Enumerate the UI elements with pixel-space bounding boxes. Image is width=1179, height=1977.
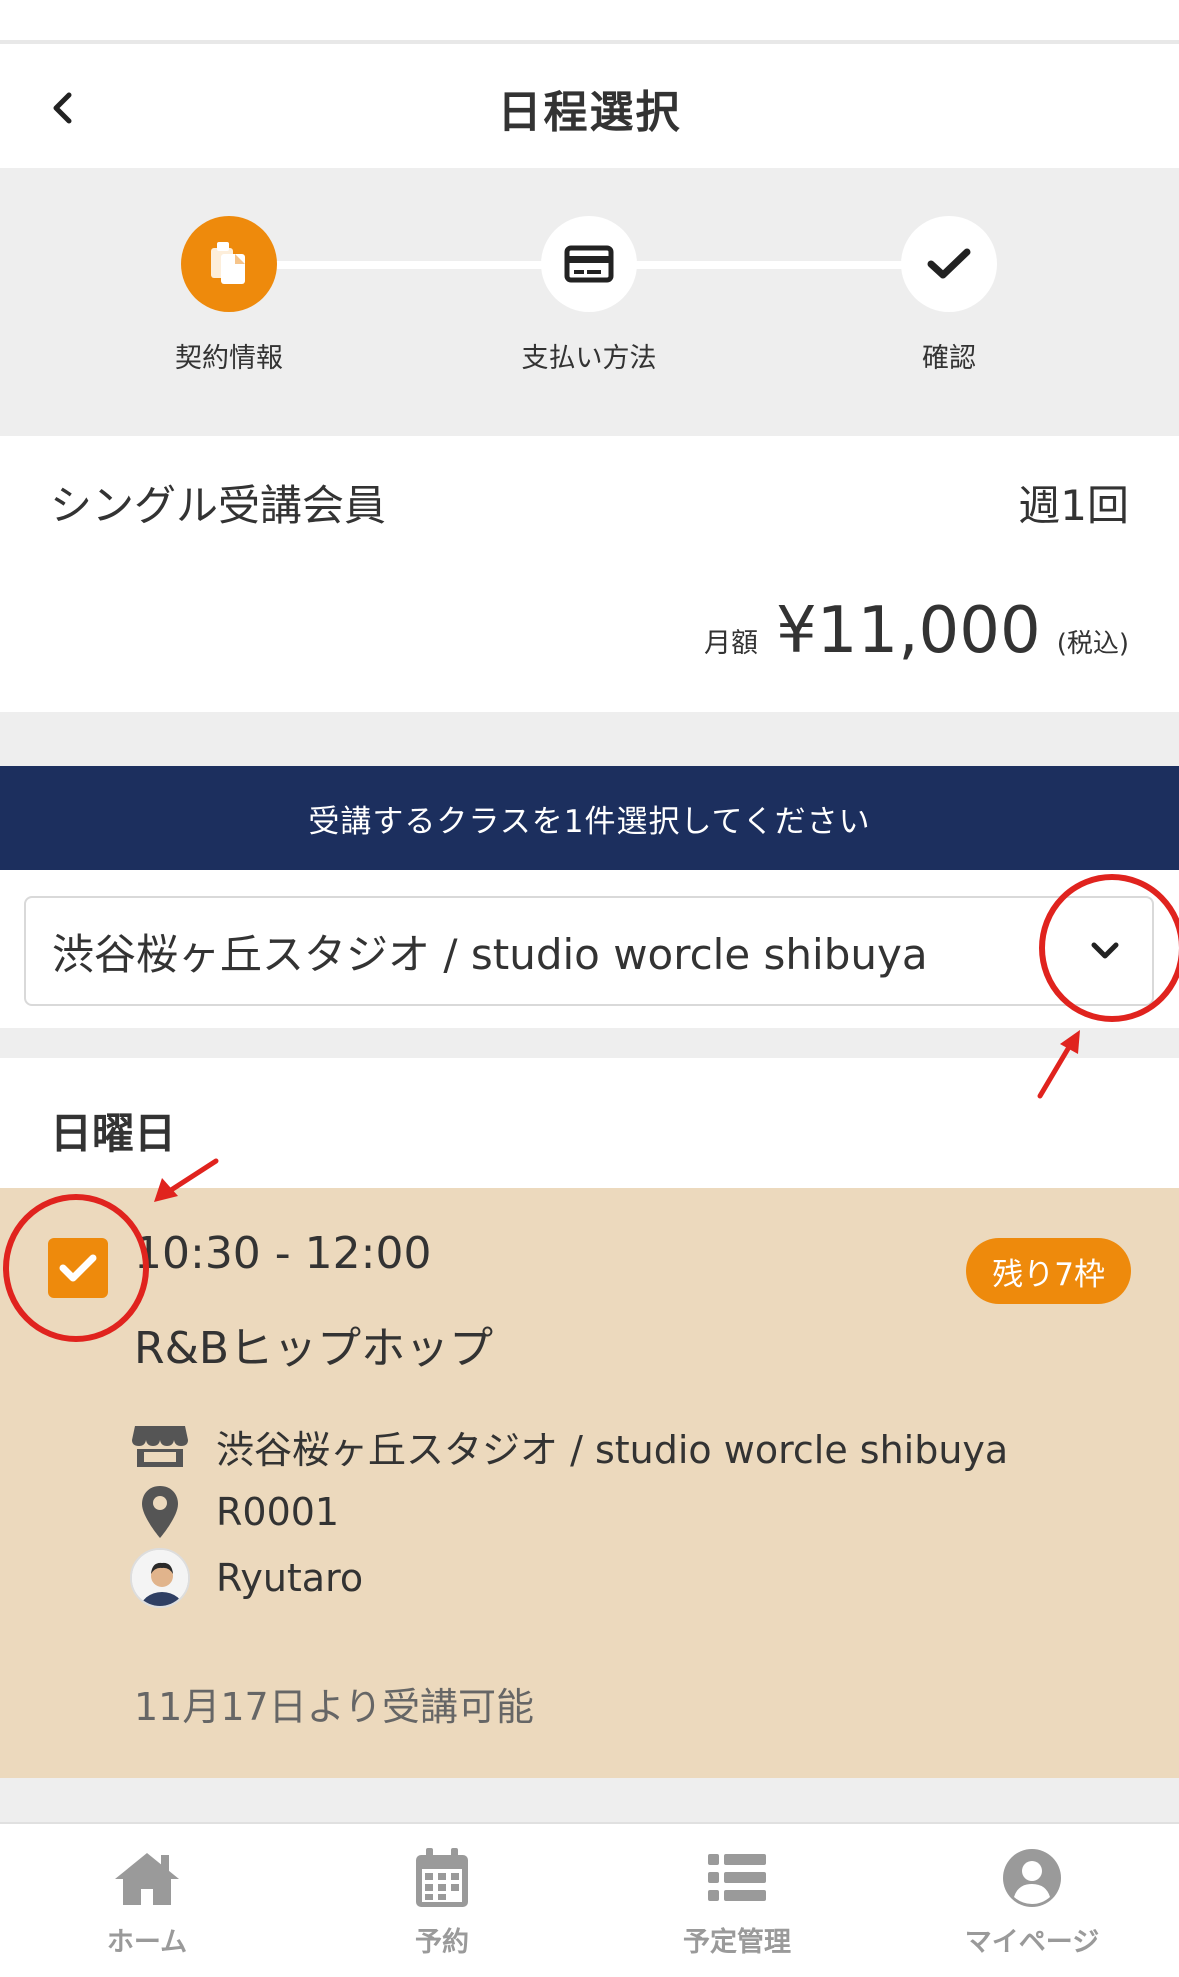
progress-steps: 契約情報 支払い方法 確認: [0, 168, 1179, 436]
tab-mypage[interactable]: マイページ: [922, 1846, 1142, 1959]
step-label: 支払い方法: [521, 343, 657, 374]
studio-select-value: 渋谷桜ヶ丘スタジオ / studio worcle shibuya: [52, 929, 928, 979]
step-label: 契約情報: [175, 343, 283, 374]
studio-name: 渋谷桜ヶ丘スタジオ / studio worcle shibuya: [216, 1427, 1009, 1472]
page-title: 日程選択: [497, 87, 682, 138]
tab-label: ホーム: [106, 1927, 188, 1958]
room-code: R0001: [216, 1490, 340, 1534]
chevron-left-icon: [53, 92, 72, 124]
step-contract-info: 契約情報: [129, 216, 329, 375]
store-icon: [130, 1416, 190, 1476]
instructor-name: Ryutaro: [216, 1556, 364, 1600]
user-icon: [997, 1846, 1067, 1910]
instructor-row: Ryutaro: [130, 1548, 363, 1608]
price-row: 月額 ¥11,000 (税込): [704, 594, 1129, 668]
section-divider: [0, 712, 1179, 766]
plan-name: シングル受講会員: [50, 481, 387, 530]
available-from: 11月17日より受講可能: [134, 1685, 534, 1729]
chevron-down-icon[interactable]: [1080, 926, 1130, 976]
home-icon: [112, 1846, 182, 1910]
class-item[interactable]: 10:30 - 12:00 R&Bヒップホップ 残り7枠 渋谷桜ヶ丘スタジオ /…: [0, 1188, 1179, 1778]
price-label: 月額: [704, 628, 759, 659]
step-label: 確認: [922, 343, 976, 374]
step-payment: 支払い方法: [489, 216, 689, 375]
avatar: [130, 1548, 190, 1608]
list-icon: [702, 1846, 772, 1910]
day-header: 日曜日: [0, 1058, 1179, 1188]
tax-note: (税込): [1056, 629, 1129, 659]
price-value: ¥11,000: [776, 594, 1041, 668]
tab-label: マイページ: [964, 1927, 1100, 1958]
step-circle: [541, 216, 637, 312]
credit-card-icon: [564, 245, 614, 283]
header-bar: 日程選択: [0, 48, 1179, 168]
tab-schedule[interactable]: 予定管理: [627, 1846, 847, 1959]
back-button[interactable]: [38, 80, 86, 136]
room-row: R0001: [130, 1482, 339, 1542]
check-icon: [59, 1254, 97, 1282]
check-icon: [927, 248, 971, 279]
instruction-banner: 受講するクラスを1件選択してください: [0, 766, 1179, 870]
top-strip: [0, 0, 1179, 44]
clipboard-icon: [211, 242, 245, 284]
studio-select-area: 渋谷桜ヶ丘スタジオ / studio worcle shibuya: [0, 870, 1179, 1028]
class-name: R&Bヒップホップ: [134, 1323, 494, 1374]
tab-reservation[interactable]: 予約: [332, 1846, 552, 1959]
tab-label: 予定管理: [683, 1927, 791, 1958]
class-checkbox[interactable]: [48, 1238, 108, 1298]
tab-label: 予約: [415, 1927, 469, 1958]
day-title: 日曜日: [50, 1109, 177, 1158]
instructor-avatar-wrap: [130, 1548, 190, 1608]
remaining-badge: 残り7枠: [966, 1238, 1131, 1304]
plan-frequency: 週1回: [1018, 481, 1129, 530]
plan-summary: シングル受講会員 週1回 月額 ¥11,000 (税込): [0, 436, 1179, 712]
calendar-icon: [407, 1846, 477, 1910]
studio-row: 渋谷桜ヶ丘スタジオ / studio worcle shibuya: [130, 1416, 1008, 1476]
studio-select[interactable]: 渋谷桜ヶ丘スタジオ / studio worcle shibuya: [24, 896, 1154, 1006]
bottom-tab-bar: ホーム 予約 予定管理 マイページ: [0, 1822, 1179, 1977]
banner-text: 受講するクラスを1件選択してください: [308, 803, 871, 840]
tab-home[interactable]: ホーム: [37, 1846, 257, 1959]
location-pin-icon: [130, 1482, 190, 1542]
remaining-text: 残り7枠: [992, 1256, 1105, 1293]
step-confirm: 確認: [849, 216, 1049, 375]
step-circle: [181, 216, 277, 312]
section-divider: [0, 1028, 1179, 1058]
class-time: 10:30 - 12:00: [134, 1228, 432, 1279]
section-divider: [0, 1778, 1179, 1822]
step-circle: [901, 216, 997, 312]
